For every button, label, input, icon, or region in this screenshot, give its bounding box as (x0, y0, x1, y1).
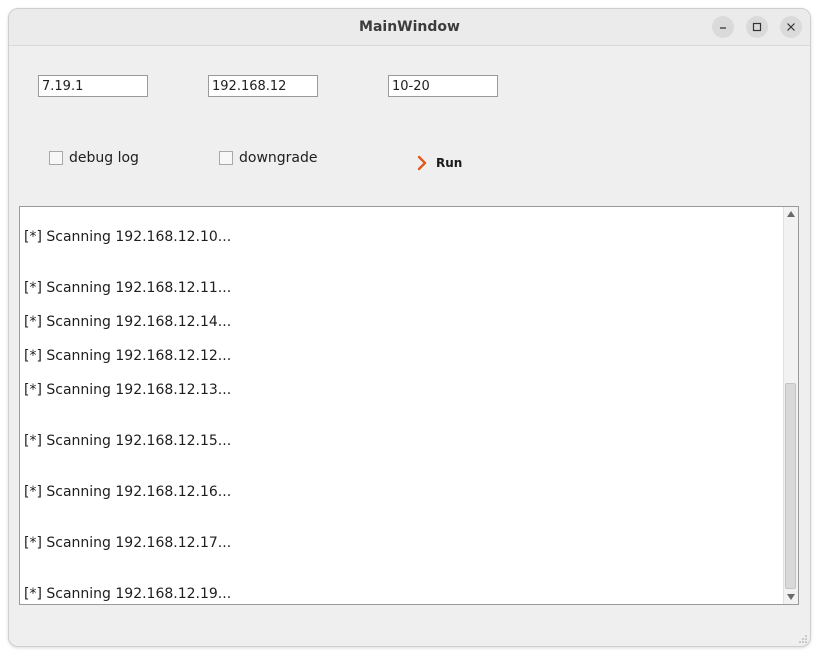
range-input[interactable] (388, 75, 498, 97)
run-button[interactable]: Run (416, 153, 462, 173)
debug-log-checkbox-box[interactable] (49, 151, 63, 165)
window-title: MainWindow (359, 19, 460, 35)
version-input[interactable] (38, 75, 148, 97)
scroll-thumb[interactable] (785, 383, 796, 589)
title-bar[interactable]: MainWindow (9, 9, 810, 46)
log-line: [*] Scanning 192.168.12.11... (24, 280, 232, 296)
main-window: MainWindow debug log downgrade (8, 8, 811, 647)
triangle-down-icon (787, 594, 795, 600)
resize-grip-icon[interactable] (798, 634, 808, 644)
scroll-down-button[interactable] (784, 590, 798, 604)
downgrade-checkbox-box[interactable] (219, 151, 233, 165)
debug-log-label: debug log (69, 150, 139, 166)
log-line: [*] Scanning 192.168.12.19... (24, 586, 232, 602)
close-button[interactable] (780, 16, 802, 38)
maximize-button[interactable] (746, 16, 768, 38)
log-line: [*] Scanning 192.168.12.10... (24, 229, 232, 245)
log-line: [*] Scanning 192.168.12.13... (24, 382, 232, 398)
log-line: [*] Scanning 192.168.12.14... (24, 314, 232, 330)
minimize-icon (720, 27, 726, 29)
maximize-icon (752, 22, 762, 32)
log-output[interactable]: [*] Scanning 192.168.12.10... [*] Scanni… (19, 206, 799, 605)
chevron-right-icon (417, 155, 427, 171)
scroll-up-button[interactable] (784, 207, 798, 221)
run-button-label: Run (436, 156, 463, 170)
subnet-input[interactable] (208, 75, 318, 97)
log-line: [*] Scanning 192.168.12.16... (24, 484, 232, 500)
triangle-up-icon (787, 211, 795, 217)
log-line: [*] Scanning 192.168.12.12... (24, 348, 232, 364)
downgrade-checkbox[interactable]: downgrade (219, 148, 318, 168)
minimize-button[interactable] (712, 16, 734, 38)
close-icon (787, 23, 795, 31)
log-line: [*] Scanning 192.168.12.15... (24, 433, 232, 449)
log-scrollbar[interactable] (783, 207, 798, 604)
downgrade-label: downgrade (239, 150, 318, 166)
debug-log-checkbox[interactable]: debug log (49, 148, 139, 168)
log-line: [*] Scanning 192.168.12.17... (24, 535, 232, 551)
